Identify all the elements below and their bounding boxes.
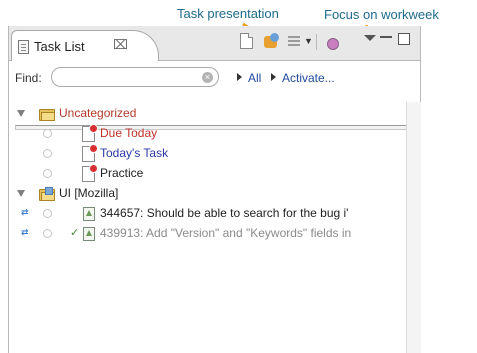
scheduled-task-icon [82, 164, 98, 182]
view-menu-button[interactable] [361, 30, 377, 52]
task-row[interactable]: Today's Task [9, 144, 406, 164]
task-row[interactable]: Due Today [9, 124, 406, 144]
maximize-icon [398, 33, 410, 45]
close-icon[interactable]: ⌧ [113, 37, 128, 53]
task-presentation-button[interactable] [261, 30, 281, 52]
list-icon [288, 36, 300, 38]
category-folder-icon [39, 107, 55, 121]
clock-badge [89, 124, 98, 133]
category-row-uncategorized[interactable]: Uncategorized [9, 104, 406, 124]
arrow-right-icon [237, 73, 242, 81]
category-label: UI [Mozilla] [59, 186, 119, 200]
focus-workweek-callout: Focus on workweek [324, 7, 439, 22]
list-icon-line [288, 44, 300, 46]
tab-task-list[interactable]: Task List ⌧ [11, 30, 159, 61]
activate-label: Activate... [282, 71, 335, 85]
all-label: All [248, 71, 262, 85]
completed-check-icon: ✓ [70, 227, 80, 239]
clear-search-icon[interactable]: × [202, 72, 213, 83]
task-tree[interactable]: Uncategorized Due Today Today's Task Pra… [9, 102, 406, 353]
expand-twisty-icon[interactable] [17, 110, 25, 117]
incoming-changes-icon: ⇄ [21, 207, 29, 217]
presentation-icon-overlay [270, 33, 279, 42]
bug-icon [83, 227, 95, 241]
folder-front [41, 112, 55, 121]
chevron-down-icon: ▼ [304, 36, 313, 46]
maximize-button[interactable] [397, 30, 411, 52]
category-row-ui-mozilla[interactable]: UI [Mozilla] [9, 184, 406, 204]
find-bar: Find: × All Activate... [9, 61, 420, 130]
expand-twisty-icon[interactable] [17, 190, 25, 197]
activate-link[interactable]: Activate... [271, 71, 335, 85]
activate-task-radio[interactable] [43, 149, 52, 158]
activate-task-radio[interactable] [43, 209, 52, 218]
toolbar-separator [316, 34, 317, 50]
query-badge [45, 187, 53, 195]
task-row[interactable]: ⇄ 344657: Should be able to search for t… [9, 204, 406, 224]
task-label: 344657: Should be able to search for the… [100, 206, 349, 220]
clock-badge [89, 144, 98, 153]
task-list-icon [18, 40, 29, 54]
task-label: Practice [100, 166, 144, 180]
new-task-button[interactable] [237, 30, 255, 52]
query-folder-icon [39, 187, 55, 201]
minimize-icon [380, 36, 392, 38]
activate-task-radio[interactable] [43, 229, 52, 238]
view-tab-bar: Task List ⌧ ▼ [9, 26, 420, 61]
task-row[interactable]: Practice [9, 164, 406, 184]
focus-workweek-button[interactable] [322, 30, 344, 52]
scheduled-task-icon [82, 124, 98, 142]
activate-task-radio[interactable] [43, 129, 52, 138]
task-list-view: Task List ⌧ ▼ Find: × All Activate... Un… [8, 26, 421, 353]
focus-icon [327, 38, 339, 50]
bug-mark [86, 210, 92, 216]
arrow-right-icon [271, 73, 276, 81]
all-link[interactable]: All [237, 71, 261, 85]
incoming-changes-icon: ⇄ [21, 227, 29, 237]
task-presentation-callout: Task presentation [177, 6, 279, 21]
task-row[interactable]: ⇄ ✓ 439913: Add "Version" and "Keywords"… [9, 224, 406, 244]
clock-badge [89, 164, 98, 173]
find-input[interactable] [51, 67, 219, 87]
activate-task-radio[interactable] [43, 169, 52, 178]
tab-label: Task List [34, 39, 85, 54]
scheduled-task-icon [82, 144, 98, 162]
task-label: 439913: Add "Version" and "Keywords" fie… [100, 226, 352, 240]
list-options-dropdown[interactable]: ▼ [285, 30, 313, 52]
bug-icon [83, 207, 95, 221]
minimize-button[interactable] [379, 30, 393, 52]
category-label: Uncategorized [59, 106, 137, 120]
vertical-scrollbar[interactable] [406, 102, 421, 353]
new-task-icon [240, 33, 253, 49]
task-label: Due Today [100, 126, 158, 140]
task-label: Today's Task [100, 146, 169, 160]
find-label: Find: [15, 71, 42, 85]
bug-mark [86, 230, 92, 236]
chevron-down-icon [364, 35, 376, 41]
list-icon-line [288, 40, 300, 42]
